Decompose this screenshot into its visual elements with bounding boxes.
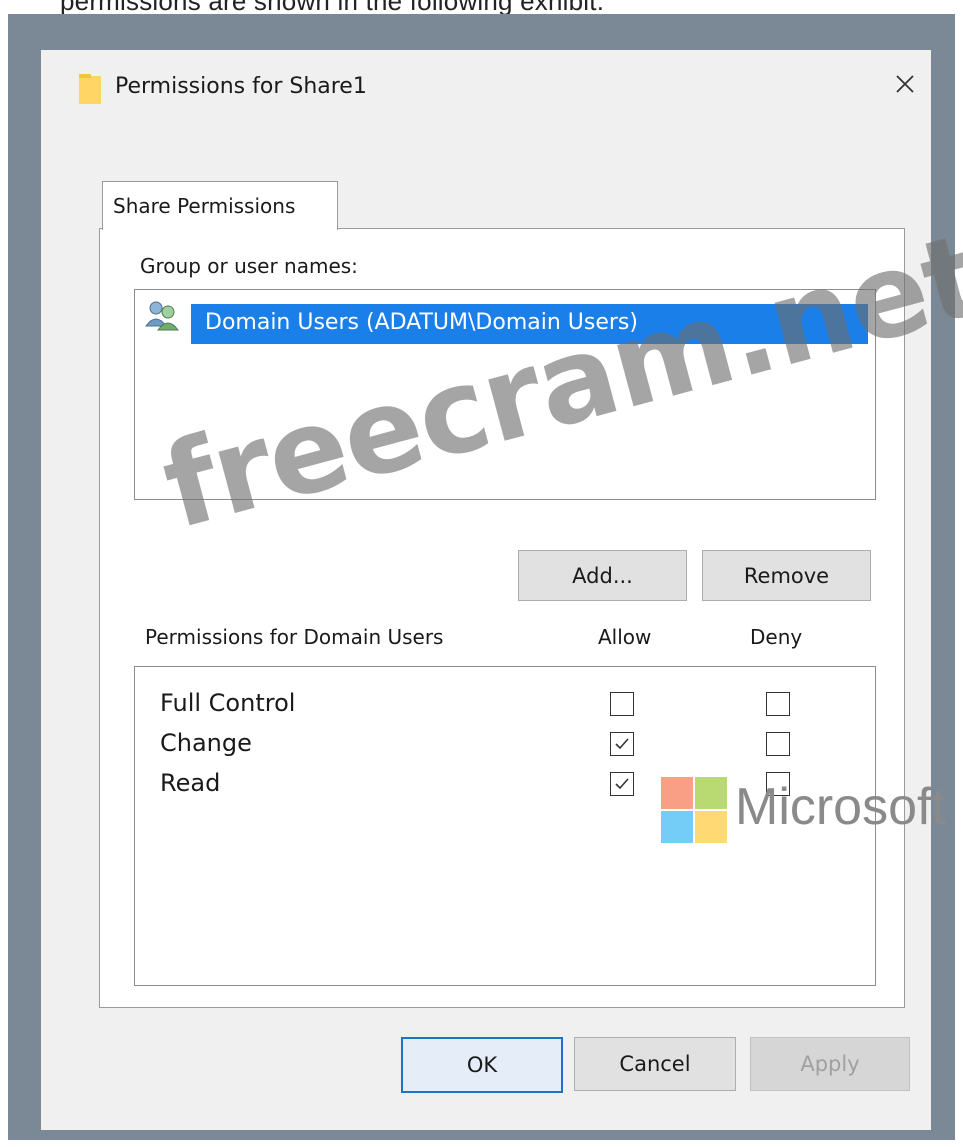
deny-checkbox[interactable]	[766, 732, 790, 756]
dialog-title: Permissions for Share1	[115, 74, 367, 99]
ms-square-red	[661, 777, 693, 809]
deny-checkbox[interactable]	[766, 692, 790, 716]
user-group-icon	[145, 300, 181, 332]
users-list[interactable]: Domain Users (ADATUM\Domain Users)	[134, 289, 876, 500]
apply-button: Apply	[750, 1037, 910, 1091]
tab-panel: Group or user names: Domain Users (ADATU…	[99, 228, 905, 1008]
microsoft-logo: Microsoft	[627, 769, 946, 849]
outer-frame: Permissions for Share1 Share Permissions…	[8, 14, 955, 1140]
allow-checkbox[interactable]	[610, 692, 634, 716]
permission-row-change: Change	[135, 729, 875, 769]
tab-share-permissions-label: Share Permissions	[113, 194, 296, 218]
permissions-dialog: Permissions for Share1 Share Permissions…	[41, 50, 931, 1130]
list-item-domain-users[interactable]: Domain Users (ADATUM\Domain Users)	[191, 304, 868, 344]
close-button[interactable]	[879, 64, 931, 108]
permission-name: Full Control	[160, 689, 296, 717]
ms-square-yellow	[695, 811, 727, 843]
add-button[interactable]: Add...	[518, 550, 687, 601]
allow-checkbox[interactable]	[610, 732, 634, 756]
folder-icon	[79, 74, 101, 104]
group-or-user-names-label: Group or user names:	[140, 254, 358, 278]
list-item-label: Domain Users (ADATUM\Domain Users)	[205, 310, 638, 335]
ok-button[interactable]: OK	[401, 1037, 563, 1093]
microsoft-logo-text: Microsoft	[735, 778, 946, 836]
permissions-for-label: Permissions for Domain Users	[145, 625, 444, 649]
permission-name: Read	[160, 769, 221, 797]
tab-share-permissions[interactable]: Share Permissions	[102, 181, 338, 230]
allow-column-header: Allow	[598, 625, 652, 649]
permission-row-full-control: Full Control	[135, 689, 875, 729]
deny-column-header: Deny	[750, 625, 803, 649]
cancel-button[interactable]: Cancel	[574, 1037, 736, 1091]
ms-square-blue	[661, 811, 693, 843]
title-bar[interactable]: Permissions for Share1	[41, 50, 931, 130]
permission-name: Change	[160, 729, 252, 757]
ms-square-green	[695, 777, 727, 809]
close-icon	[895, 74, 915, 98]
remove-button[interactable]: Remove	[702, 550, 871, 601]
checkmark-icon	[615, 738, 629, 750]
